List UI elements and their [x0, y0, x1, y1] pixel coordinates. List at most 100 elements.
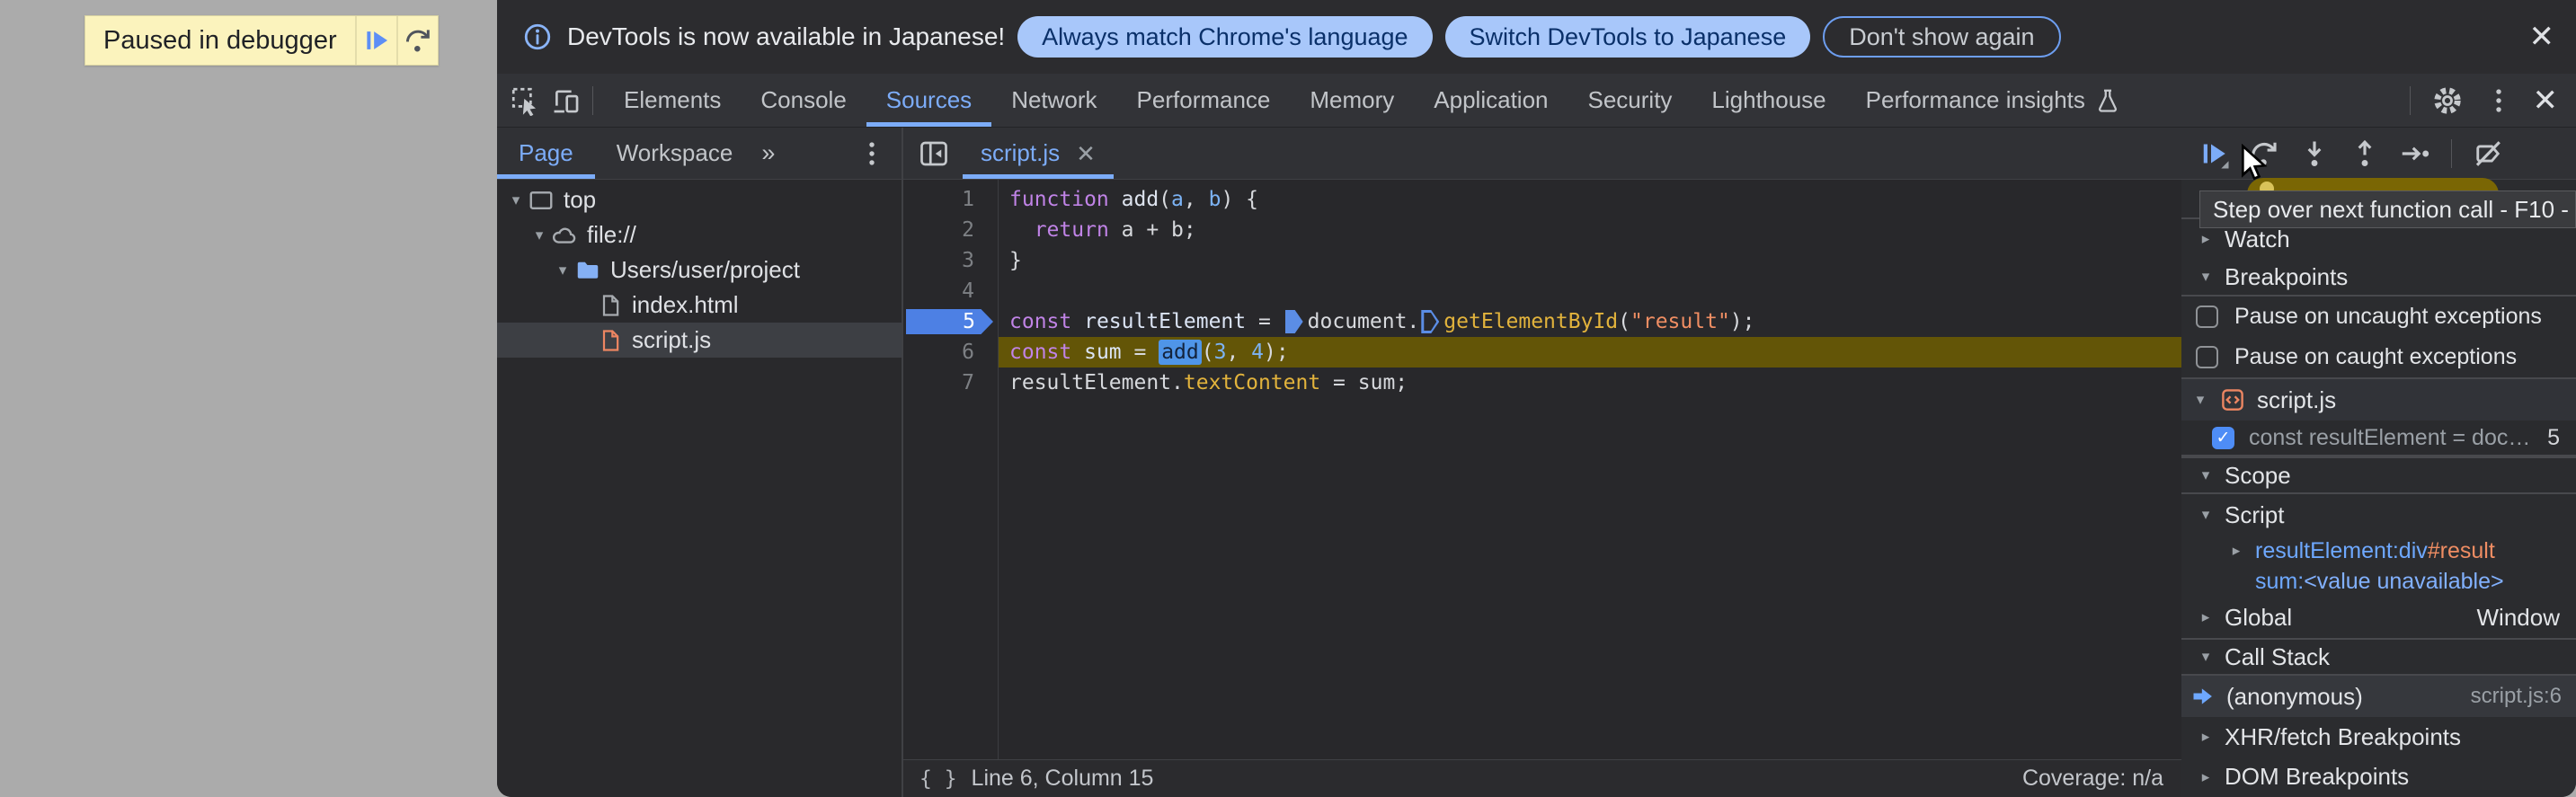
navigator-tab-page[interactable]: Page	[497, 128, 595, 179]
xhr-breakpoints-section-header[interactable]: ▸ XHR/fetch Breakpoints	[2181, 717, 2576, 757]
tab-network[interactable]: Network	[991, 74, 1116, 127]
checkbox[interactable]	[2196, 306, 2218, 328]
code-editor[interactable]: 1 function add(a, b) {2 return a + b; 3} 4 5…	[903, 180, 2181, 759]
tab-performance-insights[interactable]: Performance insights	[1846, 74, 2141, 127]
chevron-right-icon[interactable]: ▸	[2194, 728, 2217, 746]
expand-arrow-icon[interactable]: ▾	[504, 191, 528, 209]
chevron-right-icon[interactable]: ▸	[2194, 608, 2217, 626]
tab-console[interactable]: Console	[741, 74, 866, 127]
code-line-1: 1 function add(a, b) {	[903, 184, 2181, 215]
code-line-3: 3}	[903, 245, 2181, 276]
breakpoint-line-number: 5	[2547, 424, 2560, 450]
chevron-down-icon[interactable]: ▾	[2194, 506, 2217, 524]
code-line-2: 2 return a + b;	[903, 215, 2181, 245]
tab-performance[interactable]: Performance	[1117, 74, 1291, 127]
pretty-print-icon[interactable]: { }	[919, 767, 957, 791]
gutter-line-7[interactable]: 7	[903, 368, 998, 398]
call-stack-frame[interactable]: (anonymous) script.js:6	[2181, 676, 2576, 717]
breakpoints-section-header[interactable]: ▾ Breakpoints	[2181, 259, 2576, 297]
resume-icon	[361, 25, 392, 56]
breakpoint-checkbox[interactable]: ✓	[2212, 426, 2234, 449]
gutter-line-3[interactable]: 3	[903, 245, 998, 276]
collapse-panel-icon[interactable]	[918, 137, 950, 170]
resume-button[interactable]	[2189, 134, 2239, 173]
inspect-element-icon[interactable]	[510, 85, 540, 116]
tree-item-label: script.js	[632, 326, 712, 353]
expand-arrow-icon[interactable]: ▾	[551, 261, 574, 279]
tab-security[interactable]: Security	[1568, 74, 1692, 127]
code-line-4: 4	[903, 276, 2181, 306]
step-icon	[2399, 137, 2431, 170]
tab-elements[interactable]: Elements	[604, 74, 741, 127]
tree-item-index-html[interactable]: index.html	[497, 288, 902, 323]
tree-item-users-user-project[interactable]: ▾ Users/user/project	[497, 252, 902, 288]
device-toolbar-icon[interactable]	[551, 85, 582, 116]
active-frame-icon	[2190, 684, 2216, 709]
infobar-button-switch-devtools-to-japanese[interactable]: Switch DevTools to Japanese	[1444, 16, 1811, 58]
deactivate-breakpoints-button[interactable]	[2463, 134, 2513, 173]
chevron-down-icon[interactable]: ▾	[2194, 648, 2217, 666]
toolbar-separator	[592, 85, 593, 115]
code-line-6: 6 const sum = add(3, 4);	[903, 337, 2181, 368]
tab-sources[interactable]: Sources	[866, 74, 991, 127]
resume-script-button[interactable]	[354, 16, 396, 65]
infobar-close-button[interactable]: ✕	[2529, 22, 2555, 52]
option-pause-on-uncaught-exceptions[interactable]: Pause on uncaught exceptions	[2181, 297, 2576, 337]
checkbox[interactable]	[2196, 346, 2218, 368]
editor-status-bar: { } Line 6, Column 15 Coverage: n/a	[903, 759, 2181, 797]
option-pause-on-caught-exceptions[interactable]: Pause on caught exceptions	[2181, 337, 2576, 377]
frame-icon	[528, 187, 555, 214]
breakpoint-group-script-js[interactable]: ▾ script.js	[2181, 379, 2576, 421]
chevron-down-icon[interactable]: ▾	[2194, 466, 2217, 484]
coverage-status: Coverage: n/a	[2021, 766, 2163, 791]
scope-entry-sum[interactable]: sum: <value unavailable>	[2181, 566, 2576, 597]
more-tabs-icon[interactable]: »	[761, 139, 775, 167]
toolbar-separator	[2409, 85, 2411, 115]
tree-item-label: top	[564, 186, 597, 213]
breakpoint-marker[interactable]: 5	[906, 309, 993, 334]
step-out-button[interactable]	[2340, 134, 2390, 173]
scope-section-header[interactable]: ▾ Scope	[2181, 456, 2576, 494]
gutter-line-6[interactable]: 6	[903, 337, 998, 368]
info-icon	[522, 22, 553, 52]
infobar-button-don-t-show-again[interactable]: Don't show again	[1823, 16, 2061, 58]
chevron-down-icon[interactable]: ▾	[2189, 391, 2212, 409]
gutter-line-5[interactable]: 5	[903, 306, 998, 337]
mouse-cursor	[2235, 143, 2270, 184]
tab-lighthouse[interactable]: Lighthouse	[1692, 74, 1845, 127]
dom-breakpoints-section-header[interactable]: ▸ DOM Breakpoints	[2181, 757, 2576, 797]
gutter-line-1[interactable]: 1	[903, 184, 998, 215]
step-over-button[interactable]	[395, 16, 438, 65]
settings-gear-icon[interactable]	[2431, 84, 2464, 117]
close-tab-icon[interactable]: ✕	[1076, 142, 1096, 165]
tree-item-file[interactable]: ▾ file://	[497, 217, 902, 252]
tree-item-script-js[interactable]: script.js	[497, 323, 902, 358]
step-into-button[interactable]	[2289, 134, 2340, 173]
paused-in-debugger-banner: Paused in debugger	[84, 15, 439, 66]
gutter-line-2[interactable]: 2	[903, 215, 998, 245]
scope-section-script[interactable]: ▾ Script	[2181, 494, 2576, 536]
chevron-right-icon[interactable]: ▸	[2194, 230, 2217, 248]
call-stack-section-header[interactable]: ▾ Call Stack	[2181, 638, 2576, 676]
tree-item-top[interactable]: ▾ top	[497, 182, 902, 217]
expand-arrow-icon[interactable]: ▾	[528, 226, 551, 244]
chevron-right-icon[interactable]: ▸	[2225, 542, 2248, 560]
navigator-menu-icon[interactable]	[857, 138, 887, 169]
tab-application[interactable]: Application	[1414, 74, 1568, 127]
editor-tab-scriptjs[interactable]: script.js ✕	[963, 128, 1114, 179]
step-button[interactable]	[2390, 134, 2440, 173]
kebab-menu-icon[interactable]	[2483, 85, 2514, 116]
scope-entry-resultelement[interactable]: ▸ resultElement: div #result	[2181, 536, 2576, 566]
gutter-line-4[interactable]: 4	[903, 276, 998, 306]
devtools-close-button[interactable]: ✕	[2533, 85, 2559, 116]
chevron-right-icon[interactable]: ▸	[2194, 768, 2217, 786]
breakpoint-entry[interactable]: ✓ const resultElement = doc… 5	[2181, 421, 2576, 456]
inline-breakpoint-badge-filled[interactable]	[1284, 310, 1303, 333]
infobar-button-always-match-chrome-s-language[interactable]: Always match Chrome's language	[1017, 16, 1433, 58]
chevron-down-icon[interactable]: ▾	[2194, 268, 2217, 286]
navigator-tab-workspace[interactable]: Workspace	[595, 128, 755, 179]
tab-memory[interactable]: Memory	[1290, 74, 1414, 127]
scope-section-global[interactable]: ▸ Global Window	[2181, 597, 2576, 638]
inline-breakpoint-badge-hollow[interactable]	[1421, 310, 1440, 333]
paused-banner-label: Paused in debugger	[103, 25, 337, 55]
